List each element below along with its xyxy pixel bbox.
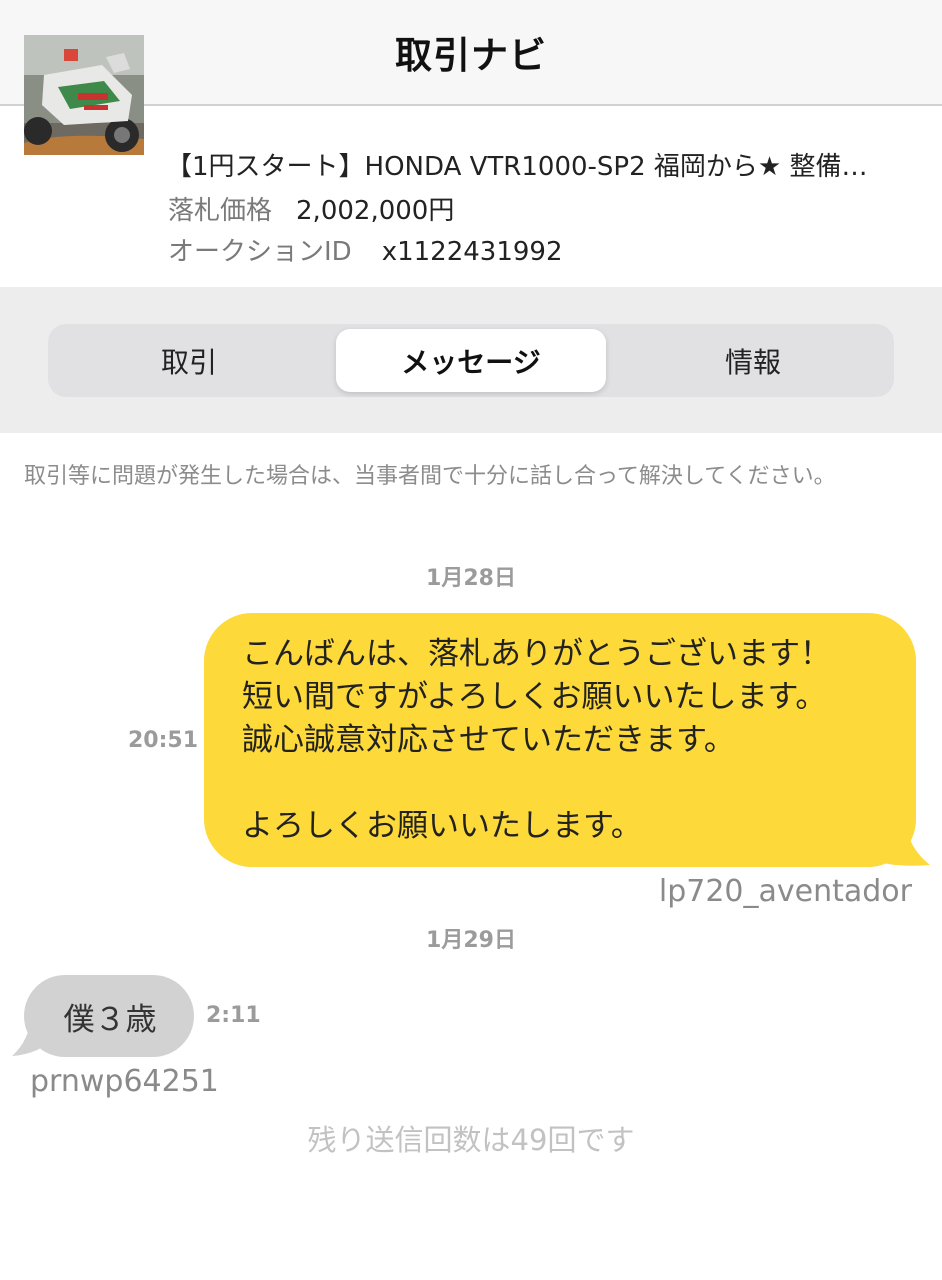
segmented-control: 取引 メッセージ 情報: [48, 324, 894, 397]
message-time: 20:51: [128, 728, 199, 753]
tab-info[interactable]: 情報: [612, 324, 894, 397]
item-title[interactable]: 【1円スタート】HONDA VTR1000-SP2 福岡から★ 整備…: [166, 146, 906, 183]
price-row: 落札価格 2,002,000円: [168, 190, 454, 227]
tab-trade[interactable]: 取引: [48, 324, 330, 397]
date-separator: 1月28日: [426, 566, 516, 591]
date-separator: 1月29日: [426, 928, 516, 953]
item-thumbnail[interactable]: [24, 35, 144, 155]
page-title: 取引ナビ: [395, 34, 547, 77]
auction-id-label: オークションID: [168, 237, 352, 267]
tab-message[interactable]: メッセージ: [336, 329, 606, 392]
tab-area: 取引 メッセージ 情報: [0, 287, 942, 433]
incoming-message-text: 僕３歳: [63, 1001, 157, 1038]
outgoing-message-text: こんばんは、落札ありがとうございます！ 短い間ですがよろしくお願いいたします。 …: [242, 636, 831, 844]
price-label: 落札価格: [168, 196, 273, 226]
notice-text: 取引等に問題が発生した場合は、当事者間で十分に話し合って解決してください。: [24, 464, 836, 489]
motorcycle-photo-icon: [24, 35, 144, 155]
sender-name[interactable]: prnwp64251: [30, 1064, 219, 1099]
auction-id-row: オークションID x1122431992: [168, 231, 563, 268]
remaining-count: 残り送信回数は49回です: [307, 1123, 635, 1157]
auction-id-value: x1122431992: [381, 237, 563, 267]
sender-name[interactable]: lp720_aventador: [659, 874, 912, 909]
price-value: 2,002,000円: [296, 196, 455, 226]
message-time: 2:11: [206, 1003, 261, 1028]
